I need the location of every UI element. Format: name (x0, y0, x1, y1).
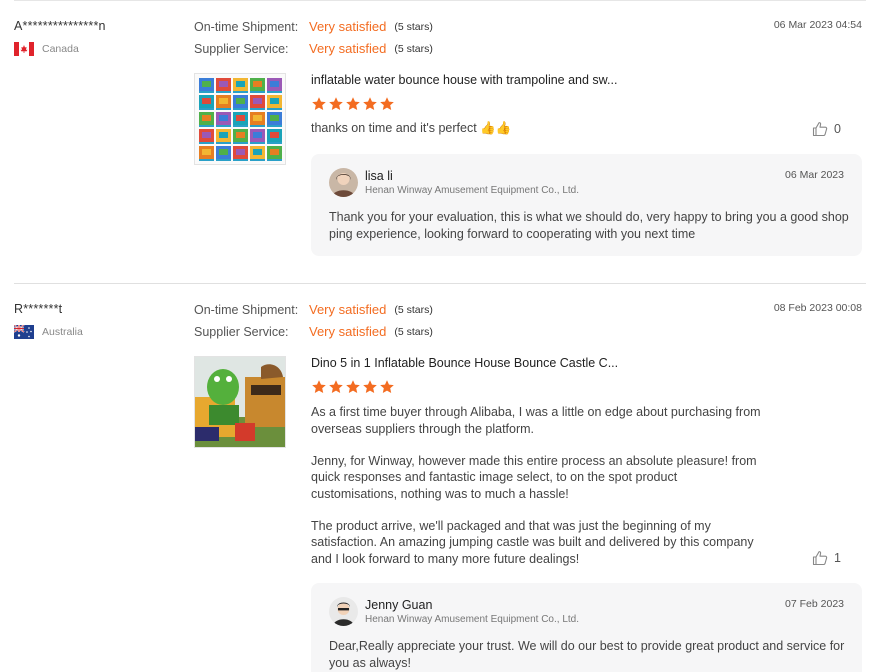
comment-paragraph: thanks on time and it's perfect 👍👍 (311, 121, 512, 135)
reply-text: Dear,Really appreciate your trust. We wi… (329, 639, 845, 670)
review-card: A***************n Canada On-time Shipmen… (0, 1, 880, 283)
star-rating (311, 379, 395, 395)
thumbs-up-icon (812, 122, 828, 137)
canada-flag-icon (14, 42, 34, 56)
reply-date: 07 Feb 2023 (785, 598, 844, 610)
buyer-country: Canada (14, 42, 79, 56)
country-label: Australia (42, 326, 83, 338)
supplier-service-rating: Supplier Service: Very satisfied (5 star… (194, 41, 433, 56)
rating-value: Very satisfied (309, 324, 387, 339)
star-icon (312, 97, 326, 110)
product-thumbnail[interactable] (194, 356, 286, 448)
comment-paragraph: The product arrive, we'll packaged and t… (311, 518, 754, 566)
supplier-service-rating: Supplier Service: Very satisfied (5 star… (194, 324, 433, 339)
product-thumbnail[interactable] (194, 73, 286, 165)
product-title-link[interactable]: Dino 5 in 1 Inflatable Bounce House Boun… (311, 356, 618, 370)
reply-author-name: lisa li (365, 169, 393, 183)
star-icon (346, 380, 360, 393)
buyer-country: Australia (14, 325, 83, 339)
reply-author-name: Jenny Guan (365, 598, 433, 612)
rating-stars-text: (5 stars) (394, 325, 433, 338)
supplier-reply: lisa li Henan Winway Amusement Equipment… (311, 154, 862, 256)
on-time-shipment-rating: On-time Shipment: Very satisfied (5 star… (194, 302, 433, 317)
australia-flag-icon (14, 325, 34, 339)
reply-date: 06 Mar 2023 (785, 169, 844, 181)
star-icon (363, 380, 377, 393)
country-label: Canada (42, 43, 79, 55)
reply-company: Henan Winway Amusement Equipment Co., Lt… (365, 614, 579, 625)
star-icon (380, 380, 394, 393)
review-date: 08 Feb 2023 00:08 (773, 302, 862, 314)
review-date: 06 Mar 2023 04:54 (773, 19, 862, 31)
product-title-link[interactable]: inflatable water bounce house with tramp… (311, 73, 617, 87)
like-count: 0 (834, 122, 841, 136)
review-comment: thanks on time and it's perfect 👍👍 (311, 120, 761, 152)
rating-label: Supplier Service: (194, 41, 289, 56)
review-card: R*******t Australia On-time Shipment: Ve… (0, 284, 880, 672)
star-icon (346, 97, 360, 110)
supplier-reply: Jenny Guan Henan Winway Amusement Equipm… (311, 583, 862, 672)
rating-value: Very satisfied (309, 41, 387, 56)
star-icon (329, 97, 343, 110)
rating-stars-text: (5 stars) (394, 42, 433, 55)
rating-label: On-time Shipment: (194, 19, 299, 34)
thumbs-up-icon (812, 551, 828, 566)
like-button[interactable]: 0 (812, 121, 841, 137)
avatar (329, 168, 358, 197)
reply-text: Thank you for your evaluation, this is w… (329, 210, 849, 241)
star-icon (363, 97, 377, 110)
comment-paragraph: Jenny, for Winway, however made this ent… (311, 453, 757, 501)
rating-label: On-time Shipment: (194, 302, 299, 317)
buyer-name: A***************n (14, 19, 106, 33)
rating-stars-text: (5 stars) (394, 20, 433, 33)
rating-label: Supplier Service: (194, 324, 289, 339)
star-icon (380, 97, 394, 110)
on-time-shipment-rating: On-time Shipment: Very satisfied (5 star… (194, 19, 433, 34)
rating-value: Very satisfied (309, 302, 387, 317)
buyer-name: R*******t (14, 302, 63, 316)
like-count: 1 (834, 551, 841, 565)
star-icon (329, 380, 343, 393)
rating-stars-text: (5 stars) (394, 303, 433, 316)
reply-company: Henan Winway Amusement Equipment Co., Lt… (365, 185, 579, 196)
star-rating (311, 96, 395, 112)
comment-paragraph: As a first time buyer through Alibaba, I… (311, 405, 761, 436)
like-button[interactable]: 1 (812, 550, 841, 566)
star-icon (312, 380, 326, 393)
review-comment: As a first time buyer through Alibaba, I… (311, 404, 761, 583)
avatar (329, 597, 358, 626)
rating-value: Very satisfied (309, 19, 387, 34)
